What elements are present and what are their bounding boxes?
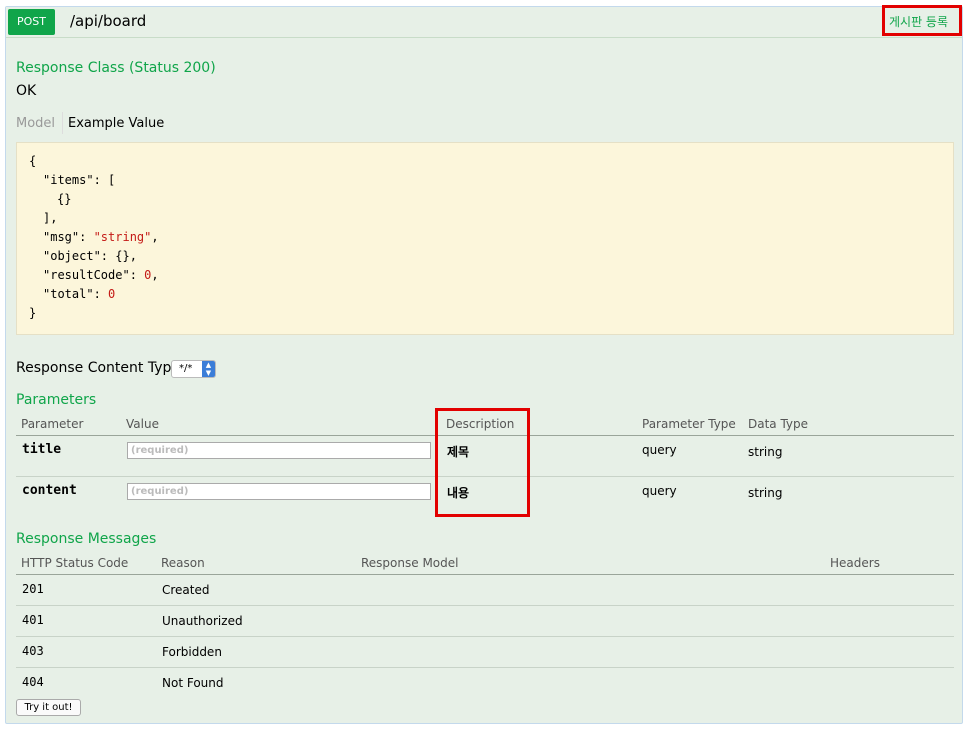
response-messages-title: Response Messages xyxy=(16,531,157,547)
code-line: } xyxy=(29,306,37,320)
operation-header[interactable]: POST /api/board 게시판 등록 xyxy=(6,7,962,38)
tab-model[interactable]: Model xyxy=(16,116,55,131)
code-line: { xyxy=(29,154,37,168)
operation-panel: POST /api/board 게시판 등록 Response Class (S… xyxy=(5,6,963,724)
parameters-title: Parameters xyxy=(16,392,97,408)
status-code-cell: 201 xyxy=(22,582,44,596)
status-code-cell: 404 xyxy=(22,675,44,689)
message-row-divider xyxy=(16,605,954,606)
col-http-status-code: HTTP Status Code xyxy=(21,556,129,570)
response-content-type-label: Response Content Type xyxy=(16,360,180,376)
col-description: Description xyxy=(446,417,515,431)
example-value-code[interactable]: { "items": [ {}], "msg": "string", "object":… xyxy=(16,142,954,335)
col-parameter: Parameter xyxy=(21,417,84,431)
endpoint-path[interactable]: /api/board xyxy=(70,12,146,30)
code-line: "items": [ xyxy=(43,173,116,187)
reason-cell: Created xyxy=(162,583,210,597)
select-value: */* xyxy=(179,363,193,374)
try-it-out-button[interactable]: Try it out! xyxy=(16,699,81,716)
col-data-type: Data Type xyxy=(748,417,809,431)
param-header-divider xyxy=(16,435,954,436)
code-line: ], xyxy=(43,211,58,225)
data-type-title: string xyxy=(748,445,783,459)
reason-cell: Unauthorized xyxy=(162,614,243,628)
col-reason: Reason xyxy=(161,556,205,570)
param-row-divider xyxy=(16,476,954,477)
code-line: "resultCode": 0, xyxy=(43,268,159,282)
title-input[interactable] xyxy=(127,442,431,459)
status-code-cell: 401 xyxy=(22,613,44,627)
reason-cell: Not Found xyxy=(162,676,224,690)
param-name-content: content xyxy=(22,483,77,498)
col-headers: Headers xyxy=(830,556,880,570)
param-type-title: query xyxy=(642,443,677,457)
operation-summary[interactable]: 게시판 등록 xyxy=(889,13,948,30)
messages-header-divider xyxy=(16,574,954,575)
message-row-divider xyxy=(16,636,954,637)
param-type-content: query xyxy=(642,484,677,498)
response-status-text: OK xyxy=(16,83,37,99)
param-description-title: 제목 xyxy=(447,445,470,459)
code-line: {} xyxy=(57,192,72,206)
http-method-badge[interactable]: POST xyxy=(8,9,55,35)
response-content-type-select[interactable]: */* ▲ ▼ xyxy=(171,360,216,378)
code-line: "object": {}, xyxy=(43,249,137,263)
code-line: "total": 0 xyxy=(43,287,116,301)
select-arrows-icon: ▲ ▼ xyxy=(202,361,215,377)
tab-example-value[interactable]: Example Value xyxy=(68,116,164,131)
code-line: "msg": "string", xyxy=(43,230,159,244)
content-input[interactable] xyxy=(127,483,431,500)
message-row-divider xyxy=(16,667,954,668)
status-code-cell: 403 xyxy=(22,644,44,658)
param-description-content: 내용 xyxy=(447,486,470,500)
reason-cell: Forbidden xyxy=(162,645,222,659)
col-response-model: Response Model xyxy=(361,556,459,570)
response-class-title: Response Class (Status 200) xyxy=(16,60,216,76)
col-value: Value xyxy=(126,417,159,431)
data-type-content: string xyxy=(748,486,783,500)
param-name-title: title xyxy=(22,442,62,457)
tab-divider xyxy=(62,112,63,134)
col-parameter-type: Parameter Type xyxy=(642,417,736,431)
